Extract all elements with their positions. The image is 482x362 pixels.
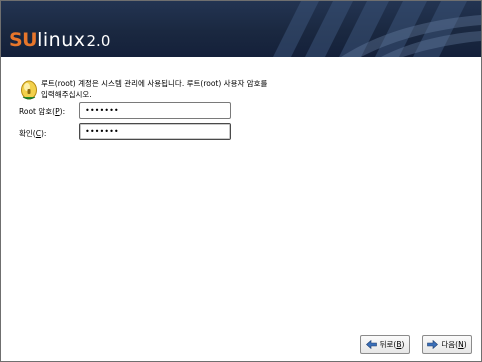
confirm-label-text: 확인( xyxy=(19,129,36,138)
brand-linux: linux xyxy=(37,29,86,51)
lock-icon xyxy=(21,80,37,100)
arrow-right-icon xyxy=(427,340,439,349)
brand-logo: SUlinux2.0 xyxy=(9,31,110,51)
confirm-password-input[interactable] xyxy=(79,123,231,140)
confirm-password-label: 확인(C): xyxy=(19,128,46,139)
root-password-label-text: Root 암호( xyxy=(19,107,56,116)
arrow-left-icon xyxy=(365,340,377,349)
root-account-description: 루트(root) 계정은 시스템 관리에 사용됩니다. 루트(root) 사용자… xyxy=(41,79,268,99)
brand-version: 2.0 xyxy=(86,32,111,50)
root-password-label-suffix: ): xyxy=(59,107,66,116)
confirm-label-suffix: ): xyxy=(40,129,47,138)
brand-su: SU xyxy=(9,29,38,51)
next-button[interactable]: 다음(N) xyxy=(422,335,472,354)
installer-window: SUlinux2.0 루트(root) 계정은 시스템 관리에 사용됩니다. 루… xyxy=(0,0,482,362)
back-button-label: 뒤로(B) xyxy=(379,340,405,349)
root-password-input[interactable] xyxy=(79,102,231,119)
header-banner: SUlinux2.0 xyxy=(1,1,481,57)
back-button[interactable]: 뒤로(B) xyxy=(360,335,410,354)
root-password-label: Root 암호(P): xyxy=(19,106,65,117)
next-button-label: 다음(N) xyxy=(441,340,467,349)
